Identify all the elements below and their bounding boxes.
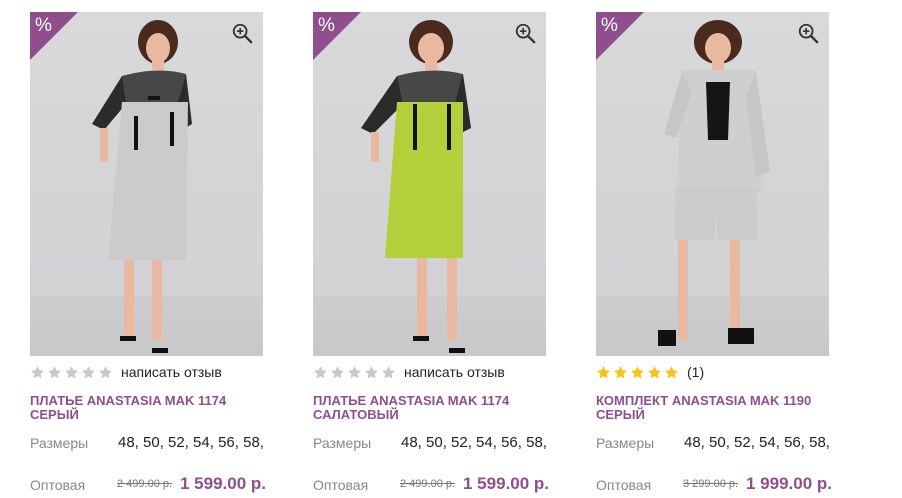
product-title[interactable]: КОМПЛЕКТ ANASTASIA MAK 1190 СЕРЫЙ	[596, 394, 836, 422]
sizes-value: 48, 50, 52, 54, 56, 58,	[118, 434, 264, 451]
star-icon[interactable]	[613, 365, 628, 380]
star-icon[interactable]	[64, 365, 79, 380]
write-review-link[interactable]: написать отзыв	[121, 364, 222, 380]
old-price: 2 499.00 р.	[400, 478, 456, 490]
model-illustration	[361, 20, 471, 353]
sizes-label: Размеры	[596, 435, 655, 451]
new-price: 1 999.00 р.	[746, 474, 833, 493]
new-price: 1 599.00 р.	[180, 474, 267, 493]
star-icon[interactable]	[364, 365, 379, 380]
write-review-link[interactable]: написать отзыв	[404, 364, 505, 380]
old-price: 2 499.00 р.	[117, 478, 173, 490]
model-illustration	[92, 20, 192, 353]
price-label: Оптовая	[30, 477, 86, 493]
star-icon[interactable]	[630, 365, 645, 380]
price-label: Оптовая	[596, 477, 652, 493]
percent-icon: %	[318, 15, 335, 36]
product-title[interactable]: ПЛАТЬЕ ANASTASIA MAK 1174 СЕРЫЙ	[30, 394, 270, 422]
star-icon[interactable]	[98, 365, 113, 380]
product-card: % написать отзыв ПЛАТЬЕ ANASTASIA MAK 11…	[30, 12, 270, 493]
zoom-icon[interactable]	[514, 22, 536, 44]
product-photo[interactable]: %	[596, 12, 829, 356]
zoom-icon[interactable]	[231, 22, 253, 44]
rating: написать отзыв	[313, 362, 505, 382]
star-icon[interactable]	[330, 365, 345, 380]
percent-icon: %	[601, 15, 618, 36]
new-price: 1 599.00 р.	[463, 474, 550, 493]
model-illustration	[658, 20, 770, 346]
old-price: 3 299.00 р.	[683, 478, 739, 490]
product-title[interactable]: ПЛАТЬЕ ANASTASIA MAK 1174 САЛАТОВЫЙ	[313, 394, 553, 422]
star-icon[interactable]	[81, 365, 96, 380]
star-icon[interactable]	[664, 365, 679, 380]
sizes-value: 48, 50, 52, 54, 56, 58,	[401, 434, 547, 451]
zoom-icon[interactable]	[797, 22, 819, 44]
rating-stars	[596, 365, 679, 380]
star-icon[interactable]	[381, 365, 396, 380]
star-icon[interactable]	[47, 365, 62, 380]
star-icon[interactable]	[347, 365, 362, 380]
star-icon[interactable]	[30, 365, 45, 380]
rating-stars	[313, 365, 396, 380]
sizes-value: 48, 50, 52, 54, 56, 58,	[684, 434, 830, 451]
product-photo[interactable]: %	[30, 12, 263, 356]
star-icon[interactable]	[596, 365, 611, 380]
rating-stars	[30, 365, 113, 380]
rating: (1)	[596, 362, 704, 382]
review-count[interactable]: (1)	[687, 364, 704, 380]
star-icon[interactable]	[647, 365, 662, 380]
price-label: Оптовая	[313, 477, 369, 493]
percent-icon: %	[35, 15, 52, 36]
star-icon[interactable]	[313, 365, 328, 380]
product-card: % написать отзыв ПЛАТЬЕ ANASTASIA MAK 11…	[313, 12, 553, 493]
product-card: % (1) КОМПЛЕКТ ANASTASIA MAK 1190 СЕРЫЙ …	[596, 12, 836, 493]
product-photo[interactable]: %	[313, 12, 546, 356]
sizes-label: Размеры	[30, 435, 89, 451]
sizes-label: Размеры	[313, 435, 372, 451]
rating: написать отзыв	[30, 362, 222, 382]
